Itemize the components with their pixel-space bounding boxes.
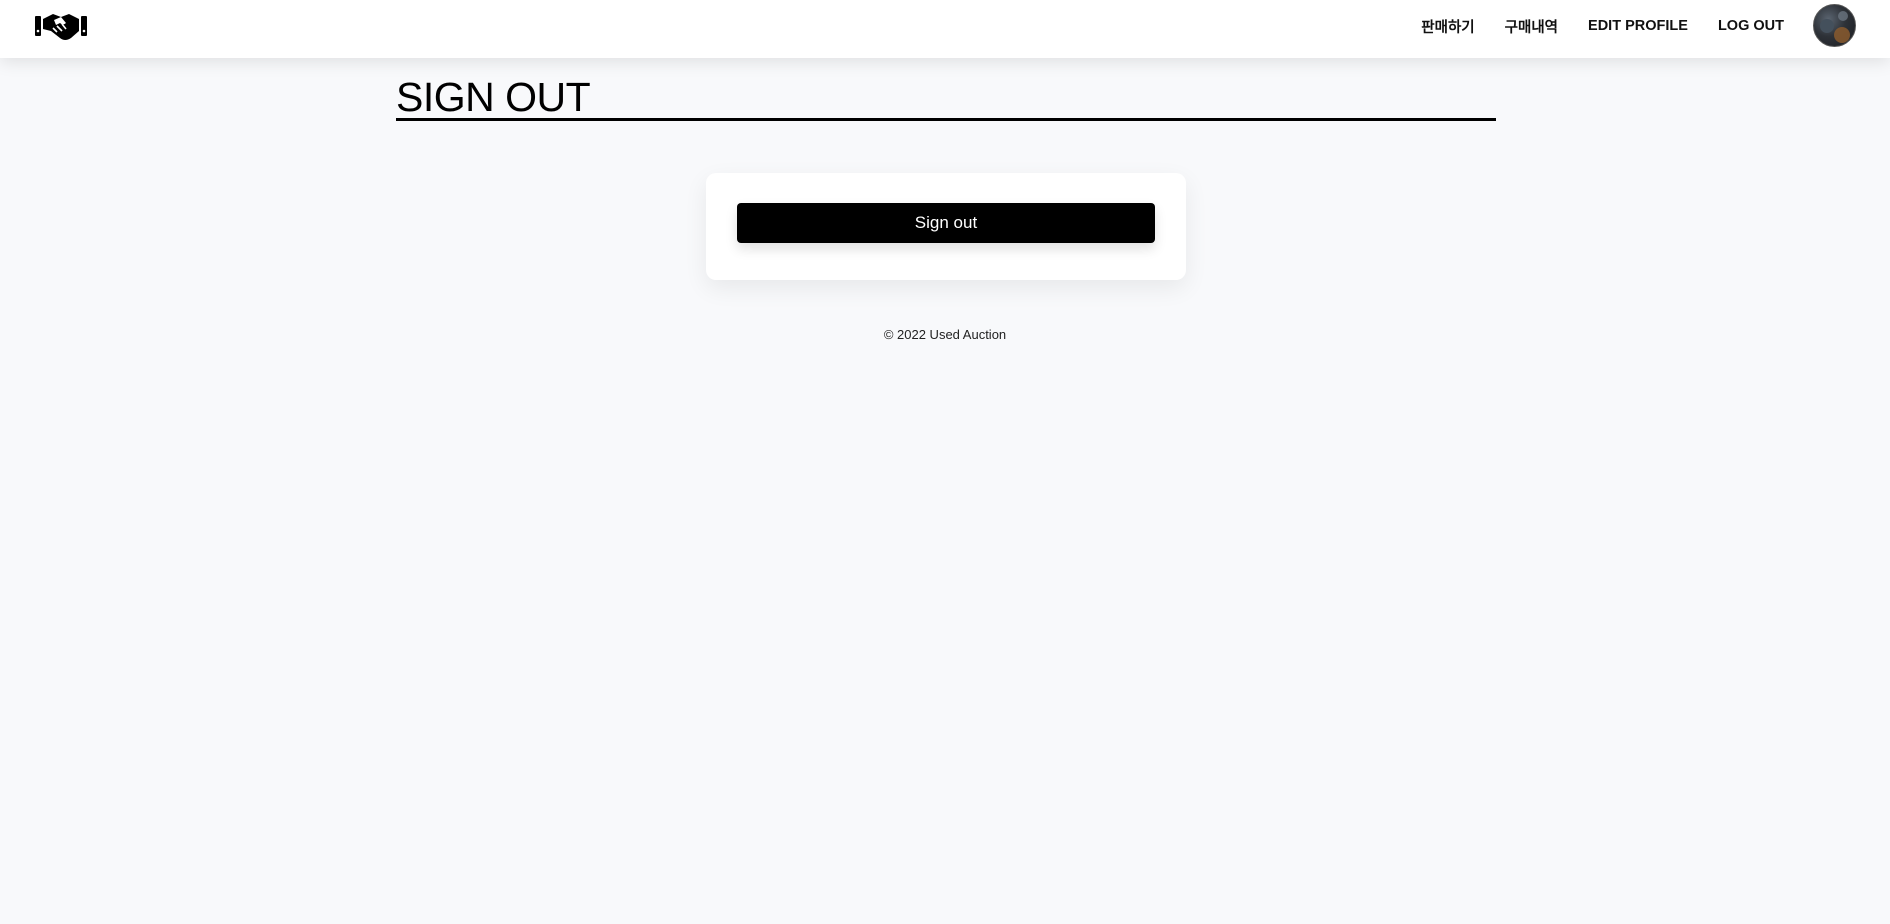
nav-link-sell[interactable]: 판매하기 xyxy=(1421,16,1474,37)
sign-out-button[interactable]: Sign out xyxy=(737,203,1155,243)
footer-copyright: © 2022 Used Auction xyxy=(883,327,1007,342)
nav-link-edit-profile[interactable]: EDIT PROFILE xyxy=(1588,18,1688,34)
handshake-icon xyxy=(35,14,87,40)
nav-link-log-out[interactable]: LOG OUT xyxy=(1718,18,1784,34)
user-avatar[interactable] xyxy=(1813,4,1856,47)
nav-link-purchase-history[interactable]: 구매내역 xyxy=(1505,16,1558,37)
nav-links: 판매하기 구매내역 EDIT PROFILE LOG OUT xyxy=(1391,0,1784,52)
home-logo-link[interactable] xyxy=(35,11,87,41)
page-title: SIGN OUT xyxy=(396,74,1496,121)
signout-card: Sign out xyxy=(706,173,1186,280)
top-navbar: 판매하기 구매내역 EDIT PROFILE LOG OUT xyxy=(0,0,1890,58)
